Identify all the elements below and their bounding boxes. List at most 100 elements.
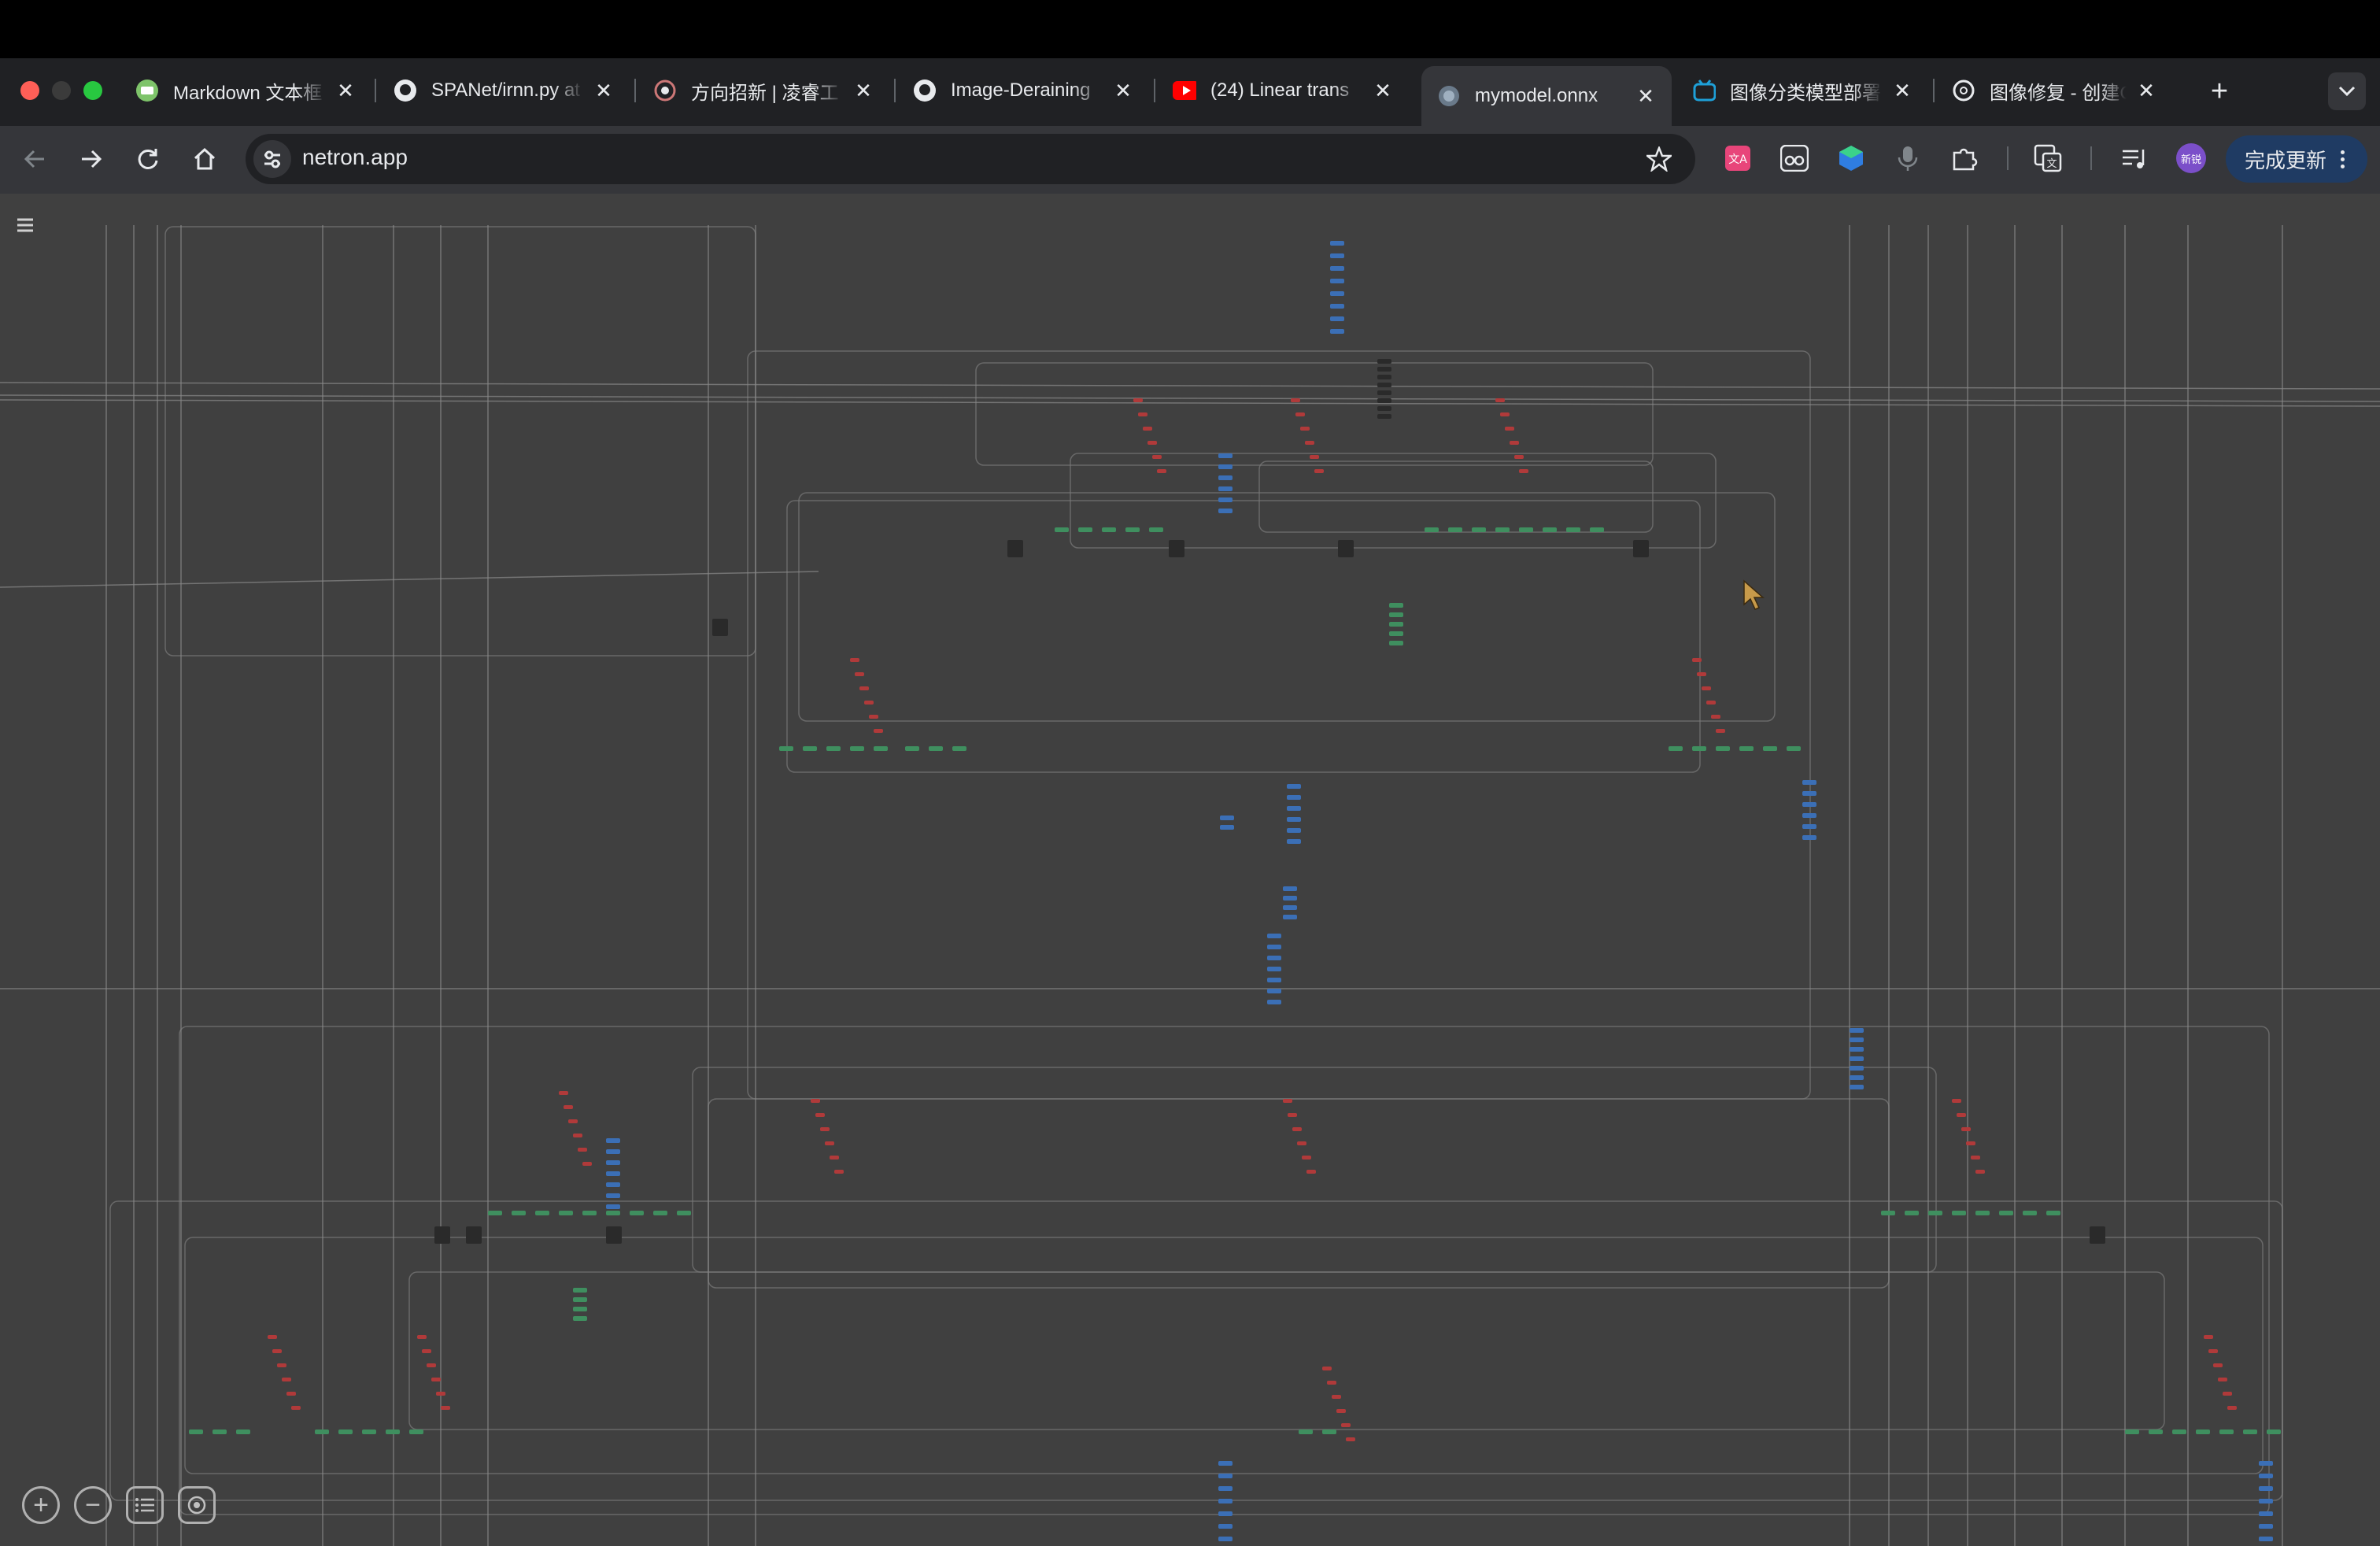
zoom-out-icon[interactable]: − [74, 1486, 112, 1524]
graph-node [2090, 1226, 2105, 1244]
graph-node [1763, 746, 1777, 751]
close-tab-icon[interactable]: ✕ [2134, 79, 2158, 102]
graph-node [1472, 527, 1486, 532]
close-tab-icon[interactable]: ✕ [852, 79, 875, 102]
tab-title: 图像分类模型部署 [1730, 82, 1881, 104]
bookmark-button[interactable] [1640, 140, 1678, 178]
graph-node [1850, 1028, 1864, 1033]
tab-openai[interactable]: 图像修复 - 创建C ✕ [1936, 66, 2172, 115]
cube-extension-icon[interactable] [1835, 142, 1867, 174]
graph-node [573, 1288, 587, 1293]
puzzle-extensions-icon[interactable] [1949, 142, 1980, 174]
close-tab-icon[interactable]: ✕ [334, 79, 357, 102]
model-graph[interactable] [0, 194, 2380, 1546]
github-icon [913, 79, 937, 102]
graph-node [929, 746, 943, 751]
graph-node [1633, 540, 1649, 557]
maximize-window-button[interactable] [83, 81, 102, 100]
graph-node [1802, 791, 1816, 796]
graph-node [1152, 455, 1162, 459]
graph-node [1669, 746, 1683, 751]
graph-node [1697, 672, 1706, 676]
graph-node [1149, 527, 1163, 532]
graph-node [512, 1211, 526, 1215]
close-tab-icon[interactable]: ✕ [1890, 79, 1914, 102]
media-control-icon[interactable] [2119, 142, 2150, 174]
graph-node [1971, 1156, 1980, 1160]
graph-edge [164, 226, 756, 656]
graph-node [1495, 527, 1510, 532]
tab-bilibili[interactable]: 图像分类模型部署 ✕ [1676, 66, 1928, 115]
new-tab-button[interactable]: + [2201, 72, 2238, 110]
close-tab-icon[interactable]: ✕ [1634, 84, 1658, 108]
graph-node [815, 1113, 825, 1117]
graph-node [1267, 956, 1281, 960]
toolbar-divider [2090, 146, 2092, 170]
graph-node [1291, 398, 1300, 402]
menu-bar [0, 0, 2380, 58]
graph-node [1377, 414, 1391, 419]
tab-search-button[interactable] [2328, 72, 2366, 110]
graph-node [834, 1170, 844, 1174]
address-bar[interactable] [246, 134, 1695, 184]
microphone-icon[interactable] [1892, 142, 1924, 174]
reload-button[interactable] [129, 140, 167, 178]
graph-node [1519, 527, 1533, 532]
close-tab-icon[interactable]: ✕ [1111, 79, 1135, 102]
glasses-extension-icon[interactable] [1779, 142, 1810, 174]
tab-spanet[interactable]: SPANet/irnn.py at ✕ [378, 66, 630, 115]
graph-node [874, 746, 888, 751]
graph-node [2227, 1406, 2237, 1410]
back-button[interactable] [16, 140, 54, 178]
forward-button[interactable] [72, 140, 110, 178]
graph-edge [786, 500, 1701, 773]
graph-node [1787, 746, 1801, 751]
graph-node [1310, 455, 1319, 459]
graph-node [1218, 475, 1232, 480]
home-button[interactable] [186, 140, 224, 178]
graph-node [820, 1127, 830, 1131]
tab-title: SPANet/irnn.py at [431, 80, 580, 101]
graph-node [1389, 612, 1403, 617]
hamburger-menu-icon[interactable] [16, 216, 35, 235]
tab-image-deraining[interactable]: Image-Deraining ✕ [897, 66, 1149, 115]
graph-node [1706, 701, 1716, 705]
graph-node [1377, 367, 1391, 372]
tab-youtube[interactable]: (24) Linear trans ✕ [1157, 66, 1409, 115]
tab-fangxiang[interactable]: 方向招新 | 凌睿工 ✕ [638, 66, 889, 115]
more-menu-icon[interactable] [2341, 150, 2345, 168]
update-button[interactable]: 完成更新 [2226, 135, 2367, 183]
close-tab-icon[interactable]: ✕ [592, 79, 615, 102]
tune-icon [264, 150, 280, 168]
profile-avatar[interactable]: 新锐 [2175, 142, 2207, 174]
tab-divider [634, 79, 636, 102]
graph-node [1218, 1499, 1232, 1503]
list-icon[interactable] [126, 1486, 164, 1524]
close-tab-icon[interactable]: ✕ [1371, 79, 1395, 102]
site-info-button[interactable] [253, 140, 291, 178]
tab-markdown[interactable]: Markdown 文本框 ✕ [120, 66, 371, 115]
translate-extension-icon[interactable]: 文A [1722, 142, 1754, 174]
graph-edge [975, 362, 1654, 466]
target-icon[interactable] [178, 1486, 216, 1524]
graph-node [1881, 1211, 1895, 1215]
minimize-window-button[interactable] [52, 81, 71, 100]
graph-node [869, 715, 878, 719]
graph-node [417, 1335, 427, 1339]
graph-node [1218, 464, 1232, 469]
graph-node [236, 1429, 250, 1434]
tab-divider [1933, 79, 1935, 102]
graph-node [1377, 375, 1391, 379]
zoom-in-icon[interactable]: + [22, 1486, 60, 1524]
graph-node [2125, 1429, 2139, 1434]
graph-node [1330, 241, 1344, 246]
model-graph-canvas[interactable] [0, 194, 2380, 1546]
google-translate-icon[interactable]: 文 [2032, 142, 2064, 174]
graph-node [1283, 915, 1297, 919]
graph-node [1850, 1066, 1864, 1071]
graph-node [850, 658, 859, 662]
graph-node [1287, 784, 1301, 789]
close-window-button[interactable] [20, 81, 39, 100]
graph-node [386, 1429, 400, 1434]
tab-mymodel-onnx[interactable]: mymodel.onnx ✕ [1421, 66, 1672, 126]
